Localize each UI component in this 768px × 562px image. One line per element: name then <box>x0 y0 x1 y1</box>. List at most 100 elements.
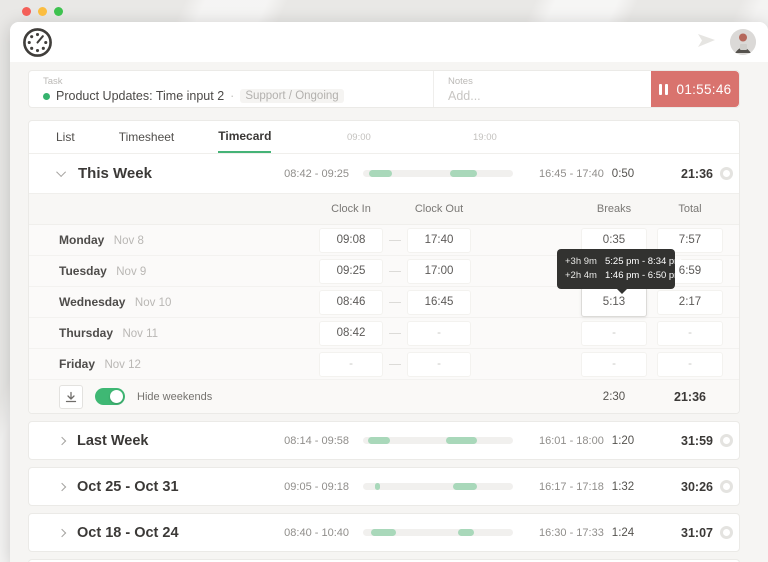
dash-separator <box>389 301 401 303</box>
task-field[interactable]: Task Product Updates: Time input 2 · Sup… <box>29 71 433 107</box>
week-total-value: 21:36 <box>681 166 713 181</box>
active-timer-bar: Task Product Updates: Time input 2 · Sup… <box>28 70 740 108</box>
week-row-last-week[interactable]: Last Week 08:14 - 09:58 16:01 - 18:00 1:… <box>28 421 740 460</box>
table-header-row: Clock In Clock Out Breaks Total <box>29 194 739 225</box>
column-header-clock-in: Clock In <box>331 203 371 215</box>
clock-out-cell[interactable]: 17:40 <box>407 227 471 253</box>
week-options-icon[interactable] <box>719 526 733 539</box>
pause-timer-button[interactable]: 01:55:46 <box>651 71 739 107</box>
bar-segment-morning <box>369 170 392 177</box>
bar-segment-evening <box>450 170 477 177</box>
day-label: Wednesday Nov 10 <box>59 293 319 311</box>
send-feedback-icon[interactable] <box>696 31 716 54</box>
week-options-icon[interactable] <box>719 167 733 180</box>
timecard-panel: List Timesheet Timecard 09:00 19:00 This… <box>28 120 740 414</box>
breaks-tooltip: +3h 9m 5:25 pm - 8:34 pm +2h 4m 1:46 pm … <box>557 249 682 294</box>
breaks-cell-focused[interactable]: 5:13 <box>581 287 647 317</box>
dash-separator <box>389 363 401 365</box>
day-label: Thursday Nov 11 <box>59 324 319 342</box>
this-week-row[interactable]: This Week 08:42 - 09:25 16:45 - 17:40 0:… <box>29 154 739 194</box>
chevron-down-icon[interactable] <box>56 167 67 178</box>
break-duration: +2h 4m <box>565 270 597 281</box>
pause-icon <box>658 83 668 95</box>
clock-in-cell[interactable]: - <box>319 351 383 377</box>
day-table: Clock In Clock Out Breaks Total Monday N… <box>29 194 739 413</box>
app-window: Task Product Updates: Time input 2 · Sup… <box>10 22 768 562</box>
total-cell: - <box>657 351 723 377</box>
chevron-right-icon[interactable] <box>57 436 67 445</box>
total-cell: - <box>657 320 723 346</box>
task-project-chip[interactable]: Support / Ongoing <box>240 89 344 103</box>
bar-segment-evening <box>445 437 477 444</box>
hide-weekends-toggle[interactable] <box>95 388 125 405</box>
notes-label: Notes <box>448 76 473 87</box>
break-duration: +3h 9m <box>565 256 597 267</box>
tab-list[interactable]: List <box>56 121 75 153</box>
week-row-oct25-31[interactable]: Oct 25 - Oct 31 09:05 - 09:18 16:17 - 17… <box>28 467 740 506</box>
daily-coverage-bar <box>363 529 513 536</box>
clock-out-range: 16:30 - 17:33 <box>539 526 604 539</box>
download-button[interactable] <box>59 384 83 409</box>
axis-tick-0900: 09:00 <box>347 131 371 143</box>
clock-out-cell[interactable]: - <box>407 320 471 346</box>
timer-value: 01:55:46 <box>676 81 732 97</box>
week-breaks-value: 1:32 <box>611 480 635 493</box>
notes-placeholder[interactable]: Add... <box>448 89 641 103</box>
week-group-title: This Week <box>78 165 152 182</box>
task-name[interactable]: Product Updates: Time input 2 <box>56 89 224 103</box>
week-breaks-value: 1:20 <box>611 434 635 447</box>
daily-coverage-bar <box>363 483 513 490</box>
bar-segment-morning <box>370 529 396 536</box>
day-date: Nov 11 <box>122 328 159 340</box>
clock-in-cell[interactable]: 09:08 <box>319 227 383 253</box>
column-header-breaks: Breaks <box>596 203 632 215</box>
table-footer-row: Hide weekends 2:30 21:36 <box>29 380 739 413</box>
clock-in-cell[interactable]: 08:46 <box>319 289 383 315</box>
tab-timecard[interactable]: Timecard <box>218 121 272 153</box>
day-label: Tuesday Nov 9 <box>59 262 319 280</box>
week-title: Oct 18 - Oct 24 <box>77 524 179 541</box>
clock-in-range: 08:42 - 09:25 <box>284 167 349 180</box>
column-header-total: Total <box>678 203 702 215</box>
breaks-cell[interactable]: - <box>581 320 647 346</box>
week-total-value: 30:26 <box>681 479 713 494</box>
tab-timesheet[interactable]: Timesheet <box>119 121 175 153</box>
clock-in-range: 09:05 - 09:18 <box>284 480 349 493</box>
user-avatar[interactable] <box>730 29 756 55</box>
bar-segment-morning <box>375 483 380 490</box>
breaks-cell[interactable]: - <box>581 351 647 377</box>
week-options-icon[interactable] <box>719 434 733 447</box>
notes-field[interactable]: Notes Add... <box>433 71 651 107</box>
minimize-window-icon[interactable] <box>38 7 47 16</box>
column-header-clock-out: Clock Out <box>414 203 464 215</box>
day-date: Nov 9 <box>116 266 147 278</box>
clock-out-range: 16:45 - 17:40 <box>539 167 604 180</box>
clock-out-cell[interactable]: 17:00 <box>407 258 471 284</box>
bar-segment-morning <box>367 437 390 444</box>
view-tabs: List Timesheet Timecard 09:00 19:00 <box>29 121 739 154</box>
zoom-window-icon[interactable] <box>54 7 63 16</box>
daily-coverage-bar <box>363 437 513 444</box>
clock-out-cell[interactable]: 16:45 <box>407 289 471 315</box>
day-date: Nov 12 <box>104 359 141 371</box>
app-logo-timer-icon[interactable] <box>21 26 54 64</box>
week-title: Oct 25 - Oct 31 <box>77 478 179 495</box>
task-separator: · <box>230 89 235 103</box>
clock-out-range: 16:17 - 17:18 <box>539 480 604 493</box>
week-total-value: 31:59 <box>681 433 713 448</box>
day-label: Friday Nov 12 <box>59 355 319 373</box>
day-name: Monday <box>59 233 105 247</box>
clock-in-cell[interactable]: 08:42 <box>319 320 383 346</box>
week-total-value: 31:07 <box>681 525 713 540</box>
day-name: Wednesday <box>59 295 126 309</box>
task-label: Task <box>43 76 63 87</box>
close-window-icon[interactable] <box>22 7 31 16</box>
week-row-oct18-24[interactable]: Oct 18 - Oct 24 08:40 - 10:40 16:30 - 17… <box>28 513 740 552</box>
bar-segment-evening <box>457 529 474 536</box>
chevron-right-icon[interactable] <box>57 528 67 537</box>
clock-out-cell[interactable]: - <box>407 351 471 377</box>
week-options-icon[interactable] <box>719 480 733 493</box>
chevron-right-icon[interactable] <box>57 482 67 491</box>
clock-in-range: 08:40 - 10:40 <box>284 526 349 539</box>
clock-in-cell[interactable]: 09:25 <box>319 258 383 284</box>
